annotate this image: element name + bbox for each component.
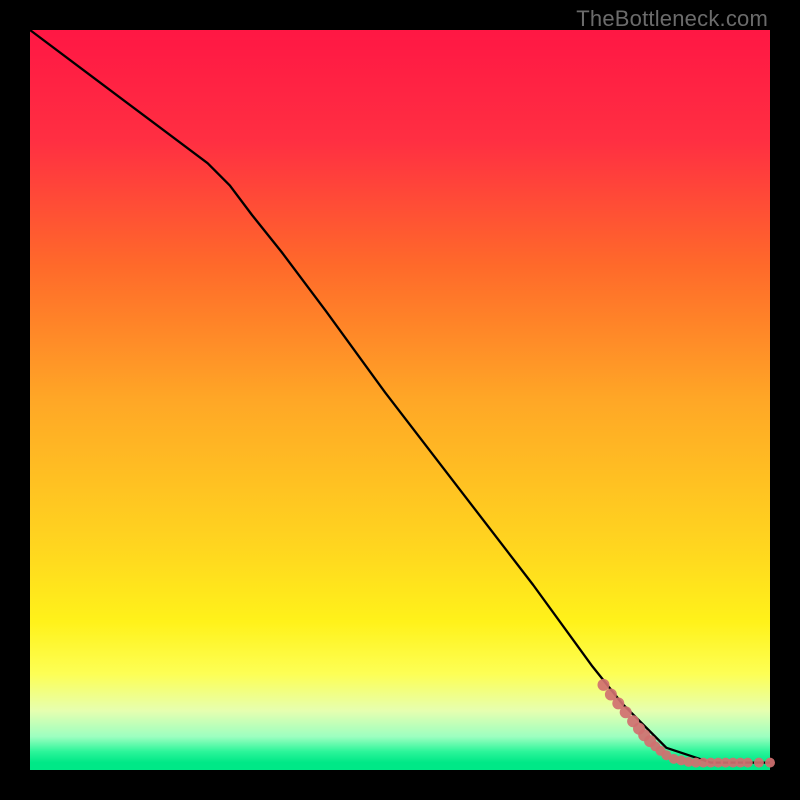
bottleneck-curve [30,30,770,763]
watermark-label: TheBottleneck.com [576,6,768,32]
run-marker-dot [743,758,753,768]
chart-frame [30,30,770,770]
run-marker-dot [765,758,775,768]
run-marker-dot [598,679,610,691]
chart-plot-svg [30,30,770,770]
run-marker-dot [754,758,764,768]
